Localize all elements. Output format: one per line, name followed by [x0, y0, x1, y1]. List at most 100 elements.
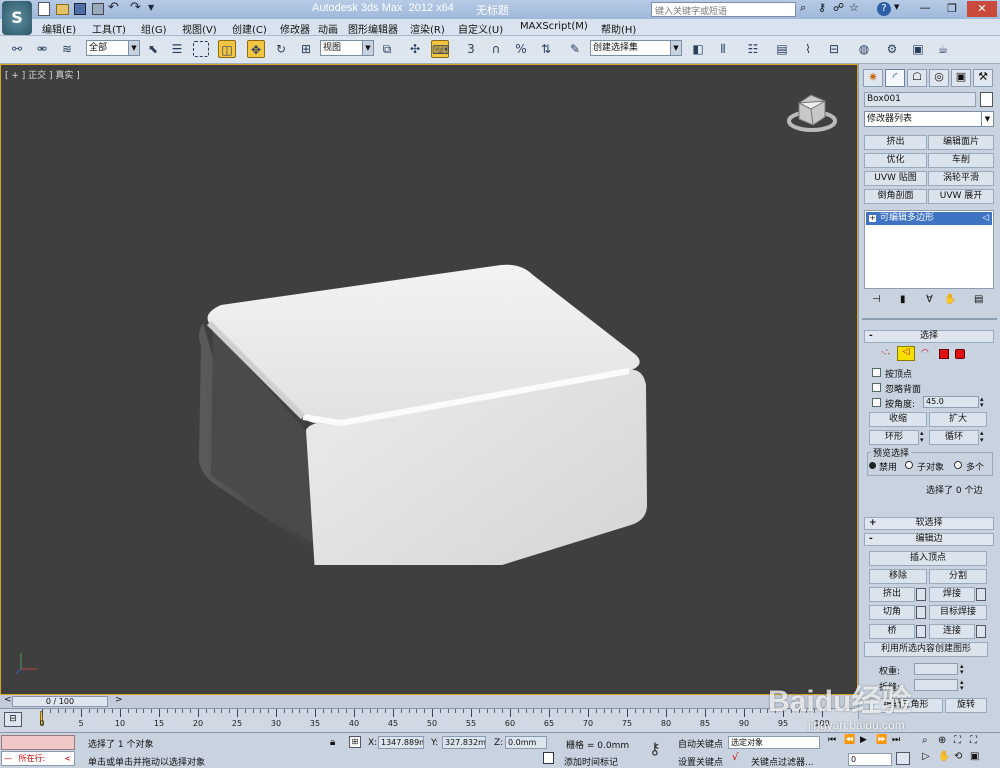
favorites-icon[interactable]: ☆ — [849, 1, 859, 14]
minimize-button[interactable]: — — [913, 1, 937, 17]
rendered-frame-window-icon[interactable]: ▣ — [909, 40, 927, 58]
menu-help[interactable]: 帮助(H) — [601, 21, 636, 36]
menu-modifiers[interactable]: 修改器 — [280, 21, 310, 36]
edit-mode-icon[interactable]: ◁ — [982, 212, 989, 225]
weld-button[interactable]: 焊接 — [929, 587, 975, 602]
save-file-icon[interactable] — [74, 3, 86, 15]
maxscript-listener[interactable] — [1, 735, 75, 750]
pin-stack-icon[interactable]: ⊣ — [872, 294, 881, 305]
mod-extrude-button[interactable]: 挤出 — [864, 135, 927, 150]
angle-snap-toggle-icon[interactable]: ∩ — [487, 40, 505, 58]
expand-icon[interactable]: + — [869, 215, 876, 222]
edge-level-icon[interactable]: ◁ — [897, 346, 915, 361]
select-and-scale-icon[interactable]: ⊞ — [297, 40, 315, 58]
modify-tab-icon[interactable]: ◜ — [885, 69, 905, 87]
auto-key-button[interactable]: 自动关键点 — [678, 737, 723, 750]
edit-edges-rollout-header[interactable]: - 编辑边 — [864, 533, 994, 546]
loop-spinner-icon[interactable]: ▴ ▾ — [980, 430, 984, 444]
menu-animation[interactable]: 动画 — [318, 21, 338, 36]
window-crossing-icon[interactable]: ◫ — [218, 40, 236, 58]
stack-item-editable-poly[interactable]: + 可编辑多边形 ◁ — [866, 212, 992, 225]
time-slider[interactable]: < 0 / 100 > — [0, 695, 858, 708]
curve-editor-icon[interactable]: ⌇ — [799, 40, 817, 58]
mod-turbosmooth-button[interactable]: 涡轮平滑 — [928, 171, 994, 186]
mod-edit-patch-button[interactable]: 编辑面片 — [928, 135, 994, 150]
menu-tools[interactable]: 工具(T) — [92, 21, 126, 36]
menu-create[interactable]: 创建(C) — [232, 21, 267, 36]
hierarchy-tab-icon[interactable]: ☖ — [907, 69, 927, 87]
show-end-result-icon[interactable]: ▮ — [900, 294, 906, 305]
ignore-backfacing-checkbox[interactable] — [872, 383, 881, 392]
viewcube[interactable] — [779, 91, 849, 141]
make-unique-icon[interactable]: ∀ — [926, 294, 933, 305]
weld-settings-icon[interactable] — [976, 588, 986, 601]
create-tab-icon[interactable]: ✷ — [863, 69, 883, 87]
hold-icon[interactable] — [92, 3, 104, 15]
target-weld-button[interactable]: 目标焊接 — [929, 605, 987, 620]
keyboard-shortcut-override-icon[interactable]: ⌨ — [431, 40, 449, 58]
schematic-view-icon[interactable]: ⊟ — [825, 40, 843, 58]
zoom-extents-all-icon[interactable]: ⛶ — [970, 735, 977, 746]
search-input[interactable]: 键入关键字或短语 — [651, 2, 796, 17]
help-icon[interactable]: ? — [877, 2, 891, 16]
restore-button[interactable]: ❐ — [940, 1, 964, 17]
pan-icon[interactable]: ✋ — [938, 751, 950, 762]
menu-views[interactable]: 视图(V) — [182, 21, 217, 36]
weight-spinner[interactable] — [914, 663, 958, 675]
soft-selection-rollout-header[interactable]: + 软选择 — [864, 517, 994, 530]
object-name-field[interactable]: Box001 — [864, 92, 976, 107]
shrink-button[interactable]: 收缩 — [869, 412, 927, 427]
split-button[interactable]: 分割 — [929, 569, 987, 584]
mod-uvw-map-button[interactable]: UVW 贴图 — [864, 171, 927, 186]
extrude-button[interactable]: 挤出 — [869, 587, 915, 602]
object-color-swatch[interactable] — [980, 92, 993, 107]
new-file-icon[interactable] — [38, 2, 50, 16]
bridge-button[interactable]: 桥 — [869, 624, 915, 639]
mini-curve-editor-icon[interactable]: ⊟ — [4, 712, 22, 727]
current-frame-field[interactable]: 0 — [848, 753, 892, 766]
mod-bevel-profile-button[interactable]: 倒角剖面 — [864, 189, 927, 204]
loop-button[interactable]: 循环 — [929, 430, 979, 445]
select-and-rotate-icon[interactable]: ↻ — [272, 40, 290, 58]
selection-rollout-header[interactable]: - 选择 — [864, 330, 994, 343]
bind-space-warp-icon[interactable]: ≋ — [58, 40, 76, 58]
spinner-arrows-icon[interactable]: ▴ ▾ — [980, 396, 984, 409]
select-object-icon[interactable]: ⬉ — [144, 40, 162, 58]
preview-disabled-radio[interactable] — [869, 462, 876, 469]
menu-group[interactable]: 组(G) — [141, 21, 167, 36]
mod-optimize-button[interactable]: 优化 — [864, 153, 927, 168]
time-slider-prev-icon[interactable]: < — [4, 695, 12, 705]
mirror-icon[interactable]: ◧ — [689, 40, 707, 58]
quick-access-dropdown-icon[interactable]: ▼ — [148, 3, 154, 12]
open-file-icon[interactable] — [56, 4, 69, 15]
align-icon[interactable]: ⫴ — [714, 40, 732, 58]
field-of-view-icon[interactable]: ▷ — [922, 751, 930, 762]
angle-spinner[interactable]: 45.0 — [923, 396, 979, 408]
select-and-link-icon[interactable]: ⚯ — [8, 40, 26, 58]
redo-icon[interactable]: ↷ — [130, 0, 141, 15]
maxscript-line-field[interactable]: — 所在行: < — [1, 751, 75, 766]
render-production-icon[interactable]: ☕ — [934, 40, 952, 58]
binoculars-icon[interactable]: ⌕ — [800, 1, 806, 15]
create-shape-button[interactable]: 利用所选内容创建图形 — [864, 642, 988, 657]
remove-button[interactable]: 移除 — [869, 569, 927, 584]
viewport-label[interactable]: [ + ] 正交 ] 真实 ] — [5, 68, 80, 81]
extrude-settings-icon[interactable] — [916, 588, 926, 601]
edit-named-selection-icon[interactable]: ✎ — [566, 40, 584, 58]
orbit-icon[interactable]: ⟲ — [954, 751, 962, 762]
remove-modifier-icon[interactable]: ✋ — [944, 294, 956, 305]
snaps-toggle-icon[interactable]: 3 — [462, 40, 480, 58]
time-tag-icon[interactable] — [543, 752, 554, 764]
use-pivot-center-icon[interactable]: ⧉ — [378, 40, 396, 58]
add-time-tag-text[interactable]: 添加时间标记 — [564, 755, 618, 768]
x-coord-field[interactable]: 1347.889m — [378, 736, 424, 749]
undo-icon[interactable]: ↶ — [108, 0, 119, 15]
maximize-viewport-icon[interactable]: ▣ — [970, 751, 979, 762]
key-filters-button[interactable]: 关键点过滤器... — [751, 755, 814, 768]
select-by-name-icon[interactable]: ☰ — [168, 40, 186, 58]
community-icon[interactable]: ☍ — [833, 1, 844, 14]
grow-button[interactable]: 扩大 — [929, 412, 987, 427]
modifier-stack-list[interactable]: + 可编辑多边形 ◁ — [864, 210, 994, 289]
preview-multi-radio[interactable] — [954, 461, 962, 469]
polygon-level-icon[interactable] — [939, 349, 949, 359]
